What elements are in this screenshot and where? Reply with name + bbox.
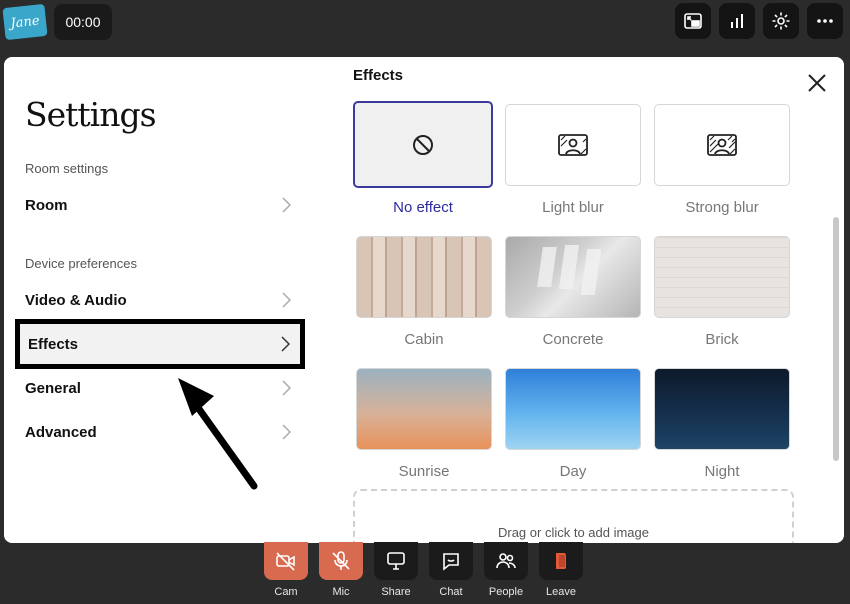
people-button[interactable]	[484, 542, 528, 580]
app-logo: Jane	[2, 3, 48, 41]
effect-label-night: Night	[704, 463, 740, 480]
chevron-right-icon	[282, 380, 291, 396]
effect-tile-concrete[interactable]	[505, 236, 641, 318]
effect-label-sunrise: Sunrise	[398, 463, 450, 480]
effects-heading: Effects	[353, 67, 404, 84]
cam-label: Cam	[274, 586, 298, 598]
call-timer: 00:00	[54, 4, 112, 40]
share-screen-icon	[387, 552, 405, 570]
effect-tile-cabin[interactable]	[356, 236, 492, 318]
nav-item-room[interactable]: Room	[25, 190, 291, 220]
effect-tile-no-effect[interactable]	[353, 101, 493, 188]
share-label: Share	[381, 586, 411, 598]
chat-icon	[443, 553, 459, 571]
effect-tile-strong-blur[interactable]	[654, 104, 790, 186]
cam-button[interactable]	[264, 542, 308, 580]
leave-label: Leave	[546, 586, 576, 598]
blur-icon	[558, 134, 588, 156]
section-label-device-preferences: Device preferences	[25, 256, 137, 271]
settings-button[interactable]	[763, 3, 799, 39]
camera-off-icon	[276, 552, 295, 571]
mic-off-icon	[332, 551, 350, 570]
people-label: People	[488, 586, 524, 598]
share-button[interactable]	[374, 542, 418, 580]
more-icon	[817, 19, 833, 23]
leave-button[interactable]	[539, 542, 583, 580]
mic-label: Mic	[332, 586, 350, 598]
signal-bars-icon	[731, 14, 743, 28]
effect-tile-sunrise[interactable]	[356, 368, 492, 450]
chevron-right-icon	[282, 197, 291, 213]
settings-modal: Settings Room settings Room Device prefe…	[4, 57, 844, 543]
nav-item-advanced[interactable]: Advanced	[25, 417, 291, 447]
effect-tile-brick[interactable]	[654, 236, 790, 318]
add-image-drop-zone[interactable]: Drag or click to add image	[353, 489, 794, 543]
effect-label-no-effect: No effect	[393, 199, 453, 216]
blur-icon	[707, 134, 737, 156]
picture-in-picture-button[interactable]	[675, 3, 711, 39]
effect-tile-day[interactable]	[505, 368, 641, 450]
chat-button[interactable]	[429, 542, 473, 580]
close-icon[interactable]	[807, 73, 827, 93]
effect-label-concrete: Concrete	[542, 331, 604, 348]
effect-label-strong-blur: Strong blur	[685, 199, 759, 216]
chevron-right-icon	[282, 424, 291, 440]
effect-label-day: Day	[559, 463, 587, 480]
effect-tile-light-blur[interactable]	[505, 104, 641, 186]
nav-item-general[interactable]: General	[25, 373, 291, 403]
chevron-right-icon	[281, 336, 290, 352]
effect-label-light-blur: Light blur	[542, 199, 604, 216]
nav-item-effects[interactable]: Effects	[15, 319, 305, 369]
chevron-right-icon	[282, 292, 291, 308]
effect-label-brick: Brick	[705, 331, 739, 348]
nav-item-video-audio[interactable]: Video & Audio	[25, 285, 291, 315]
picture-in-picture-icon	[684, 13, 702, 29]
section-label-room-settings: Room settings	[25, 161, 109, 176]
network-stats-button[interactable]	[719, 3, 755, 39]
more-options-button[interactable]	[807, 3, 843, 39]
effect-tile-night[interactable]	[654, 368, 790, 450]
no-effect-icon	[413, 134, 433, 155]
chat-label: Chat	[439, 586, 463, 598]
mic-button[interactable]	[319, 542, 363, 580]
settings-title: Settings	[25, 95, 157, 134]
effects-scrollbar[interactable]	[833, 217, 839, 461]
leave-icon	[556, 553, 566, 569]
people-icon	[496, 553, 516, 569]
effect-label-cabin: Cabin	[404, 331, 444, 348]
gear-icon	[772, 12, 790, 30]
